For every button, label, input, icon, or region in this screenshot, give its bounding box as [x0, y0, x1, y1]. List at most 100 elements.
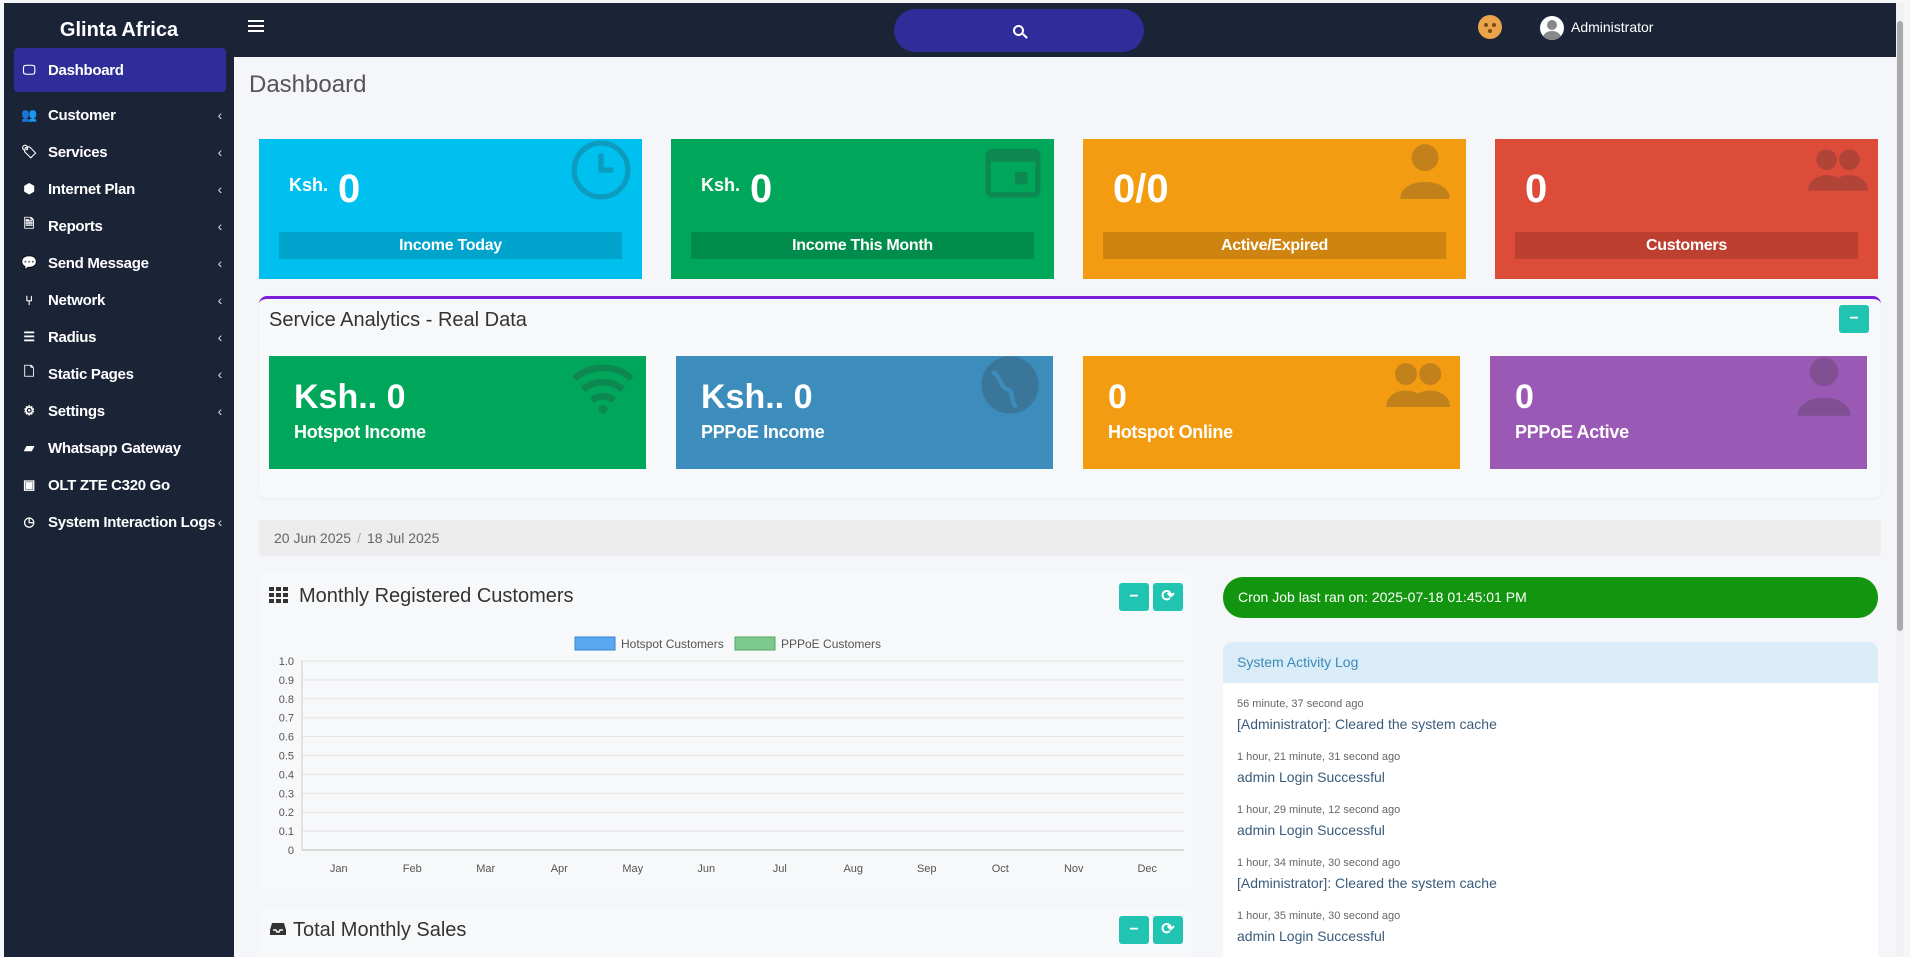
user-menu-name[interactable]: Administrator [1571, 19, 1653, 35]
legend-swatch [574, 636, 616, 651]
top-navbar [234, 3, 1904, 57]
chevron-left-icon: ‹ [217, 144, 223, 160]
sales-collapse-button[interactable]: − [1119, 916, 1149, 944]
menu-toggle-icon[interactable] [248, 17, 264, 33]
log-text: admin Login Successful [1237, 822, 1385, 838]
info-box-label[interactable]: Income This Month [691, 232, 1034, 259]
sidebar-item-label: System Interaction Logs [48, 513, 216, 531]
network-icon: ⑂ [25, 292, 33, 308]
cube-icon: ⬢ [23, 181, 35, 196]
user-avatar-icon[interactable] [1540, 16, 1564, 40]
x-tick-label: May [622, 863, 643, 875]
info-box-label[interactable]: Active/Expired [1103, 232, 1446, 259]
theme-toggle-icon[interactable] [1478, 15, 1502, 39]
info-box-number: 0 [750, 167, 773, 211]
sidebar-item-label: OLT ZTE C320 Go [48, 476, 170, 494]
comment-icon: ▰ [24, 440, 34, 455]
chart-refresh-button[interactable]: ⟳ [1153, 583, 1183, 611]
chevron-left-icon: ‹ [217, 255, 223, 271]
y-tick-label: 0.7 [279, 713, 294, 725]
x-tick-label: Oct [992, 863, 1009, 875]
app-frame: Glinta Africa 🖵 Dashboard 👥 Customer ‹ 🏷 Servi… [4, 3, 1904, 957]
report-icon: 🗎 [23, 216, 35, 231]
analytics-collapse-button[interactable]: − [1839, 305, 1869, 333]
monthly-customers-chart: Hotspot Customers PPPoE Customers 1.0 0.9 0.… [279, 636, 1184, 875]
log-time: 1 hour, 29 minute, 12 second ago [1237, 804, 1401, 816]
scrollbar-thumb[interactable] [1897, 21, 1903, 631]
user-icon [1791, 356, 1857, 423]
legend-swatch [734, 636, 776, 651]
info-box-income-this-month: Ksh. 0 Income This Month [671, 139, 1054, 279]
chevron-left-icon: ‹ [217, 403, 223, 419]
info-box-value: 0/0 [1113, 167, 1169, 212]
log-text: admin Login Successful [1237, 769, 1385, 785]
sidebar-item-label: Reports [48, 217, 103, 235]
y-tick-label: 0.4 [279, 769, 294, 781]
x-tick-label: Apr [551, 863, 568, 875]
x-tick-label: Nov [1064, 863, 1084, 875]
x-tick-label: Jun [697, 863, 715, 875]
cron-status-banner: Cron Job last ran on: 2025-07-18 01:45:0… [1223, 577, 1878, 618]
y-tick-label: 1.0 [279, 656, 294, 668]
log-text: admin Login Successful [1237, 928, 1385, 944]
globe-icon [977, 356, 1043, 423]
info-box-number: 0 [338, 167, 361, 211]
stat-value: Ksh.. 0 [294, 378, 406, 416]
user-icon [1394, 139, 1456, 206]
users-icon: 👥 [21, 107, 37, 122]
sales-refresh-button[interactable]: ⟳ [1153, 916, 1183, 944]
info-box-value: Ksh. 0 [701, 167, 772, 212]
info-box-income-today: Ksh. 0 Income Today [259, 139, 642, 279]
clock-icon [570, 139, 632, 206]
stat-value: 0 [1108, 378, 1127, 416]
log-entry: 1 hour, 34 minute, 30 second ago [Adminis… [1237, 857, 1497, 891]
users-icon [1806, 139, 1868, 206]
log-entry: 1 hour, 29 minute, 12 second ago admin Lo… [1237, 804, 1400, 838]
info-box-label[interactable]: Customers [1515, 232, 1858, 259]
sidebar-item-label: Dashboard [48, 61, 124, 79]
wifi-icon [570, 356, 636, 423]
chart-collapse-button[interactable]: − [1119, 583, 1149, 611]
y-tick-label: 0.1 [279, 826, 294, 838]
x-tick-label: Dec [1137, 863, 1157, 875]
breadcrumb-separator: / [357, 530, 361, 546]
info-box-value: 0 [1525, 167, 1547, 212]
stat-label: PPPoE Active [1515, 422, 1629, 442]
y-tick-label: 0 [288, 845, 294, 857]
date-to[interactable]: 18 Jul 2025 [367, 530, 439, 546]
sidebar-item-label: Settings [48, 402, 105, 420]
x-tick-label: Jan [330, 863, 348, 875]
stat-value: Ksh.. 0 [701, 378, 813, 416]
stat-box-pppoe-active: 0 PPPoE Active [1490, 356, 1867, 469]
chevron-left-icon: ‹ [217, 292, 223, 308]
sales-panel-title: Total Monthly Sales [293, 919, 467, 941]
log-time: 56 minute, 37 second ago [1237, 698, 1364, 710]
page-scrollbar[interactable] [1896, 3, 1904, 957]
stat-box-pppoe-income: Ksh.. 0 PPPoE Income [676, 356, 1053, 469]
system-activity-log: System Activity Log 56 minute, 37 second… [1223, 642, 1878, 957]
stat-label: PPPoE Income [701, 422, 825, 442]
sidebar-item-label: Services [48, 143, 108, 161]
y-tick-label: 0.5 [279, 751, 294, 763]
info-box-value: Ksh. 0 [289, 167, 360, 212]
users-icon [1384, 356, 1450, 423]
stat-value: 0 [1515, 378, 1534, 416]
sidebar: Glinta Africa 🖵 Dashboard 👥 Customer ‹ 🏷 Servi… [4, 3, 234, 957]
search-button[interactable] [894, 9, 1144, 52]
log-entry: 1 hour, 35 minute, 30 second ago admin Lo… [1237, 910, 1400, 944]
sidebar-item-label: Static Pages [48, 365, 134, 383]
info-box-label[interactable]: Income Today [279, 232, 622, 259]
chevron-left-icon: ‹ [217, 218, 223, 234]
legend-label: PPPoE Customers [781, 637, 881, 651]
activity-log-header[interactable]: System Activity Log [1223, 642, 1878, 683]
x-tick-label: Aug [843, 863, 863, 875]
sidebar-item-label: Network [48, 291, 106, 309]
log-entry: 1 hour, 21 minute, 31 second ago admin Lo… [1237, 751, 1400, 785]
file-icon: 🗋 [23, 364, 35, 379]
date-from[interactable]: 20 Jun 2025 [274, 530, 351, 546]
sidebar-item-dashboard[interactable]: 🖵 Dashboard [14, 48, 226, 92]
total-sales-panel: Total Monthly Sales − ⟳ [259, 908, 1192, 957]
chevron-left-icon: ‹ [217, 329, 223, 345]
log-time: 1 hour, 35 minute, 30 second ago [1237, 910, 1401, 922]
sidebar-item-system-interaction-logs[interactable]: ◷ System Interaction Logs ‹ [14, 500, 226, 544]
